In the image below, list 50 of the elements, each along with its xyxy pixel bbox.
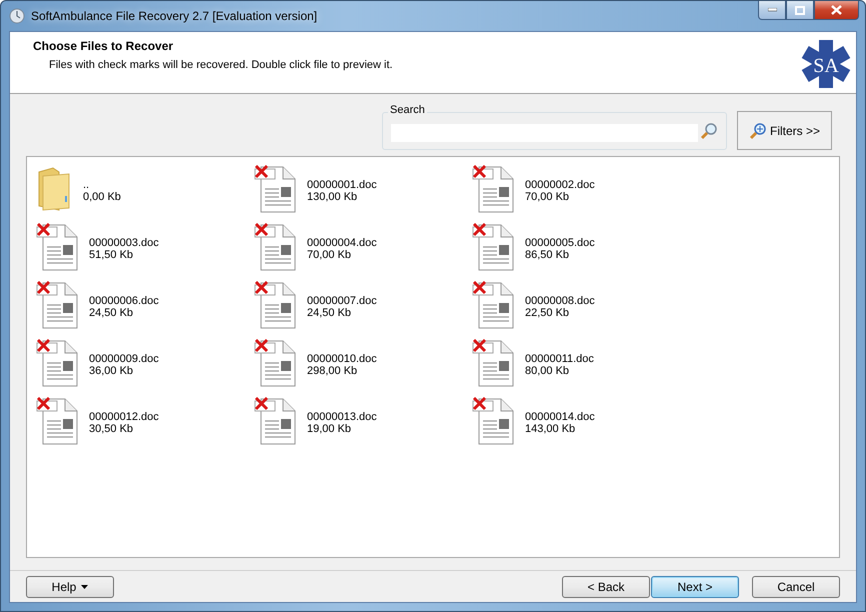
file-name[interactable]: 00000011.doc [525,353,594,365]
help-button[interactable]: Help [26,576,114,598]
file-name[interactable]: 00000004.doc [307,237,377,249]
file-size: 143,00 Kb [525,423,576,435]
close-button[interactable] [814,1,859,20]
maximize-button[interactable] [786,1,814,20]
file-size: 80,00 Kb [525,365,570,377]
caret-icon [81,584,88,588]
file-name[interactable]: 00000003.doc [89,237,159,249]
file-name[interactable]: 00000013.doc [307,411,377,423]
page-subtitle: Files with check marks will be recovered. Double click file to preview it. [49,59,393,71]
file-size: 70,00 Kb [525,191,570,203]
file-size: 19,00 Kb [307,423,352,435]
file-size: 22,50 Kb [525,307,570,319]
file-size: 24,50 Kb [89,307,134,319]
file-size: 30,50 Kb [89,423,134,435]
file-name[interactable]: 00000014.doc [525,411,595,423]
minimize-button[interactable] [758,1,786,20]
file-size: 130,00 Kb [307,191,358,203]
file-size: 36,00 Kb [89,365,134,377]
file-size: 0,00 Kb [83,191,121,203]
nav-button[interactable]: Cancel [752,576,840,598]
minimize-icon [768,8,776,12]
file-name[interactable]: 00000006.doc [89,295,159,307]
file-size: 70,00 Kb [307,249,352,261]
app-icon [9,8,25,24]
search-icon[interactable] [700,122,718,140]
nav-button[interactable]: < Back [562,576,650,598]
logo: SA [800,38,852,90]
file-size: 298,00 Kb [307,365,358,377]
file-name[interactable]: 00000010.doc [307,353,377,365]
file-size: 24,50 Kb [307,307,352,319]
search-label: Search [388,104,427,116]
file-name[interactable]: 00000005.doc [525,237,595,249]
file-name[interactable]: 00000012.doc [89,411,159,423]
file-size: 51,50 Kb [89,249,134,261]
file-name[interactable]: 00000002.doc [525,179,595,191]
file-name[interactable]: .. [83,179,121,191]
file-name[interactable]: 00000007.doc [307,295,377,307]
window-title: SoftAmbulance File Recovery 2.7 [Evaluation version] [31,9,318,23]
file-name[interactable]: 00000008.doc [525,295,595,307]
nav-button[interactable]: Next > [651,576,739,598]
zoom-in-icon [748,122,767,140]
file-size: 86,50 Kb [525,249,570,261]
file-name[interactable]: 00000009.doc [89,353,159,365]
file-name[interactable]: 00000001.doc [307,179,377,191]
maximize-icon [795,6,805,14]
filters-button[interactable]: Filters >> [737,111,832,150]
page-title: Choose Files to Recover [33,39,174,53]
close-icon [831,5,842,15]
